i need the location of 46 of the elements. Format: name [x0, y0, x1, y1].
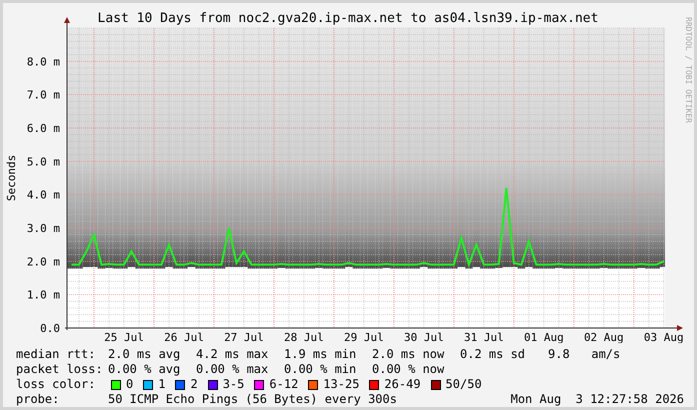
x-tick-label: 01 Aug	[524, 331, 564, 343]
y-tick-label: 4.0 m	[26, 188, 60, 202]
x-tick-label: 27 Jul	[224, 331, 264, 343]
probe-description: 50 ICMP Echo Pings (56 Bytes) every 300s	[108, 392, 397, 407]
x-tick-label: 02 Aug	[584, 331, 624, 343]
legend-value: 2.0 ms avg	[108, 347, 182, 362]
legend-label: probe:	[16, 392, 60, 407]
y-tick-label: 7.0 m	[26, 88, 60, 102]
y-tick-label: 8.0 m	[26, 55, 60, 68]
y-axis-label: Seconds	[5, 154, 18, 202]
legend-value: 0.00 % min	[284, 362, 358, 377]
swatch-label: 13-25	[323, 377, 360, 392]
legend-label: loss color:	[16, 377, 96, 392]
chart-title: Last 10 Days from noc2.gva20.ip-max.net to as04.lsn39.ip-max.net	[98, 11, 598, 26]
swatch-label: 3-5	[222, 377, 244, 392]
swatch-label: 1	[158, 377, 166, 392]
legend-value: 4.2 ms max	[196, 347, 270, 362]
swatch-label: 50/50	[446, 377, 482, 392]
swatch-label: 0	[126, 377, 134, 392]
legend-label: median rtt:	[16, 347, 96, 362]
credit-label: RRDTOOL / TOBI OETIKER	[684, 17, 693, 123]
y-tick-label: 5.0 m	[26, 155, 60, 168]
x-tick-label: 31 Jul	[464, 331, 504, 343]
x-tick-label: 29 Jul	[344, 331, 384, 343]
legend-label: packet loss:	[16, 362, 104, 377]
x-tick-label: 03 Aug	[644, 331, 684, 343]
y-tick-label: 0.0	[40, 322, 60, 335]
y-tick-label: 1.0 m	[26, 288, 60, 302]
legend-value: 2.0 ms now	[372, 347, 446, 362]
y-tick-label: 3.0 m	[26, 222, 60, 235]
y-tick-label: 2.0 m	[26, 255, 60, 268]
legend-value: 0.00 % max	[196, 362, 270, 377]
legend-value: 9.8 am/s	[548, 347, 622, 362]
swatch-label: 26-49	[384, 377, 421, 392]
x-tick-label: 30 Jul	[404, 331, 444, 343]
x-tick-label: 28 Jul	[284, 331, 324, 343]
legend-value: 0.2 ms sd	[460, 347, 526, 362]
swatch-label: 6-12	[269, 377, 298, 392]
legend-value: 0.00 % avg	[108, 362, 182, 377]
y-tick-label: 6.0 m	[26, 122, 60, 135]
legend-value: 1.9 ms min	[284, 347, 358, 362]
x-tick-label: 26 Jul	[164, 331, 204, 343]
x-tick-label: 25 Jul	[104, 331, 144, 343]
timestamp: Mon Aug 3 12:27:58 2026	[510, 392, 684, 407]
swatch-label: 2	[190, 377, 198, 392]
legend-value: 0.00 % now	[372, 362, 446, 377]
